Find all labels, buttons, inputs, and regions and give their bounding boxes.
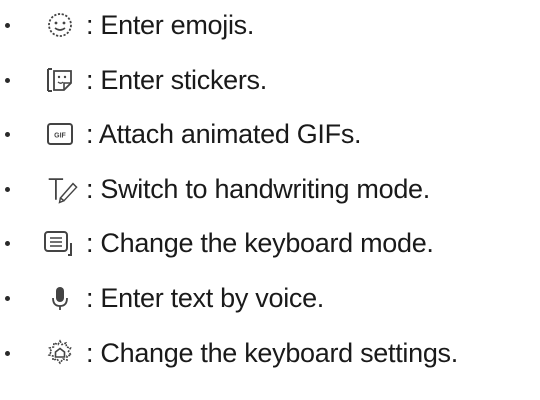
item-text: : Change the keyboard mode.: [86, 227, 434, 258]
list-item: : Enter stickers.: [0, 60, 540, 100]
keyboard-mode-icon: [42, 225, 78, 261]
gif-icon: GIF: [42, 116, 78, 152]
bullet: [5, 22, 10, 28]
bullet: [5, 295, 10, 301]
gif-icon-label: GIF: [54, 133, 66, 140]
item-text: : Enter text by voice.: [86, 282, 325, 313]
item-text: : Enter emojis.: [86, 9, 255, 40]
bullet: [5, 131, 10, 137]
item-text: : Change the keyboard settings.: [86, 337, 458, 368]
list-item: : Enter emojis.: [0, 5, 540, 45]
microphone-icon: [42, 280, 78, 316]
settings-gear-icon: [42, 335, 78, 371]
handwriting-icon: [46, 171, 82, 207]
sticker-icon: [42, 62, 78, 98]
item-text: : Enter stickers.: [86, 64, 267, 95]
list-item: : Change the keyboard mode.: [0, 223, 540, 263]
item-text: : Attach animated GIFs.: [86, 118, 362, 149]
item-text: : Switch to handwriting mode.: [86, 173, 430, 204]
bullet: [5, 77, 10, 83]
list-item: : Switch to handwriting mode.: [0, 169, 540, 209]
bullet: [5, 240, 10, 246]
list-item: : Enter text by voice.: [0, 278, 540, 318]
bullet: [5, 350, 10, 356]
bullet: [5, 186, 10, 192]
list-item: : Change the keyboard settings.: [0, 333, 540, 373]
list-item: GIF : Attach animated GIFs.: [0, 114, 540, 154]
emoji-icon: [42, 7, 78, 43]
